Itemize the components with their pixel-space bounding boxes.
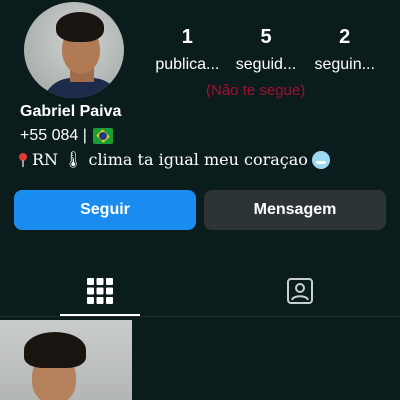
tagged-person-icon bbox=[287, 278, 313, 304]
stat-posts-label: publica... bbox=[155, 56, 220, 73]
grid-icon bbox=[87, 278, 113, 304]
post-hair bbox=[24, 332, 86, 368]
post-thumbnail[interactable] bbox=[0, 320, 132, 400]
bio-text: RN 🌡 clima ta igual meu coraçao bbox=[32, 150, 308, 169]
avatar-hair bbox=[56, 12, 104, 42]
profile-stats: 1 publica... 5 seguid... 2 seguin... bbox=[148, 26, 384, 76]
brazil-flag-icon bbox=[92, 128, 113, 144]
message-button[interactable]: Mensagem bbox=[204, 190, 386, 230]
bio-line-2: RN 🌡 clima ta igual meu coraçao bbox=[18, 150, 330, 169]
stat-followers[interactable]: 5 seguid... bbox=[227, 26, 306, 76]
stat-following-value: 2 bbox=[339, 26, 351, 48]
bio-line-1: +55 084 | bbox=[20, 127, 113, 145]
cold-face-icon bbox=[311, 150, 330, 169]
stat-posts[interactable]: 1 publica... bbox=[148, 26, 227, 76]
bio-phone: +55 084 | bbox=[20, 127, 87, 144]
stat-followers-value: 5 bbox=[260, 26, 272, 48]
profile-avatar[interactable] bbox=[24, 2, 124, 98]
tab-tagged[interactable] bbox=[260, 266, 340, 316]
tab-posts-grid[interactable] bbox=[60, 266, 140, 316]
stat-following-label: seguin... bbox=[314, 56, 375, 73]
follow-button[interactable]: Seguir bbox=[14, 190, 196, 230]
profile-name: Gabriel Paiva bbox=[20, 103, 122, 120]
stat-followers-label: seguid... bbox=[235, 56, 297, 73]
tabs-divider bbox=[0, 316, 400, 317]
profile-page: 1 publica... 5 seguid... 2 seguin... (Nã… bbox=[0, 0, 400, 400]
stat-following[interactable]: 2 seguin... bbox=[305, 26, 384, 76]
not-following-note: (Não te segue) bbox=[206, 82, 306, 99]
pin-icon bbox=[18, 152, 28, 167]
stat-posts-value: 1 bbox=[181, 26, 193, 48]
